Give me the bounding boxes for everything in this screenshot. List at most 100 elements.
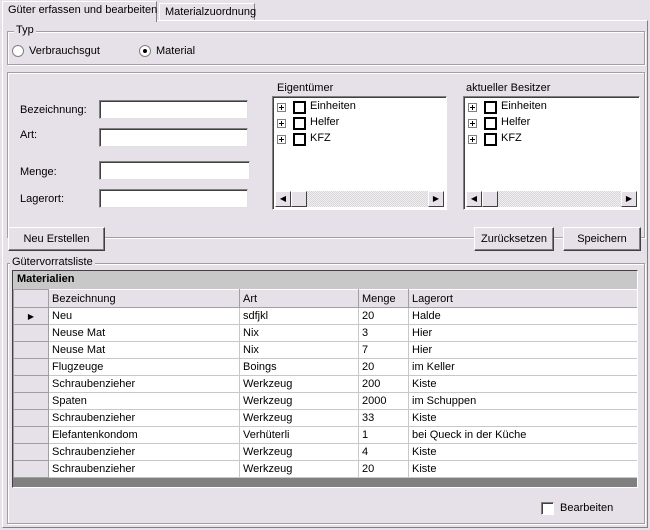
table-row[interactable]: Schraubenzieher Werkzeug 33 Kiste — [13, 409, 637, 427]
cell-bezeichnung[interactable]: Neuse Mat — [48, 341, 240, 359]
besitzer-tree[interactable]: Einheiten Helfer KFZ ◀ ▶ — [463, 96, 640, 210]
table-row[interactable]: Schraubenzieher Werkzeug 200 Kiste — [13, 375, 637, 393]
table-row[interactable]: ▶ Neu sdfjkl 20 Halde — [13, 307, 637, 325]
lagerort-input[interactable] — [99, 189, 248, 208]
scroll-right-icon[interactable]: ▶ — [428, 191, 444, 207]
row-header[interactable] — [13, 426, 49, 444]
cell-art[interactable]: Werkzeug — [239, 409, 359, 427]
cell-lagerort[interactable]: Kiste — [408, 460, 637, 478]
cell-bezeichnung[interactable]: Elefantenkondom — [48, 426, 240, 444]
row-header[interactable] — [13, 324, 49, 342]
cell-menge[interactable]: 4 — [358, 443, 409, 461]
plus-expand-icon[interactable] — [277, 103, 286, 112]
row-header[interactable] — [13, 443, 49, 461]
row-header[interactable] — [13, 409, 49, 427]
cell-art[interactable]: sdfjkl — [239, 307, 359, 325]
current-row-indicator-icon[interactable]: ▶ — [13, 307, 49, 325]
column-header-art[interactable]: Art — [239, 289, 359, 308]
plus-expand-icon[interactable] — [468, 103, 477, 112]
tree-node-label: KFZ — [310, 132, 331, 144]
column-header-bezeichnung[interactable]: Bezeichnung — [48, 289, 240, 308]
tree-node-checkbox[interactable] — [293, 133, 306, 146]
speichern-button[interactable]: Speichern — [563, 227, 641, 251]
cell-bezeichnung[interactable]: Spaten — [48, 392, 240, 410]
cell-art[interactable]: Verhüterli — [239, 426, 359, 444]
cell-lagerort[interactable]: Hier — [408, 324, 637, 342]
row-header[interactable] — [13, 375, 49, 393]
plus-expand-icon[interactable] — [277, 135, 286, 144]
plus-expand-icon[interactable] — [468, 135, 477, 144]
cell-bezeichnung[interactable]: Schraubenzieher — [48, 460, 240, 478]
neu-erstellen-button[interactable]: Neu Erstellen — [8, 227, 105, 251]
scroll-left-icon[interactable]: ◀ — [466, 191, 482, 207]
eigentuemer-tree[interactable]: Einheiten Helfer KFZ ◀ ▶ — [272, 96, 447, 210]
cell-menge[interactable]: 3 — [358, 324, 409, 342]
radio-button-icon[interactable] — [12, 45, 24, 57]
table-row[interactable]: Elefantenkondom Verhüterli 1 bei Queck in d… — [13, 426, 637, 444]
scroll-right-icon[interactable]: ▶ — [621, 191, 637, 207]
radio-button-icon[interactable] — [139, 45, 151, 57]
zuruecksetzen-button[interactable]: Zurücksetzen — [474, 227, 554, 251]
cell-art[interactable]: Werkzeug — [239, 392, 359, 410]
tree-node-checkbox[interactable] — [484, 133, 497, 146]
cell-lagerort[interactable]: Halde — [408, 307, 637, 325]
cell-art[interactable]: Werkzeug — [239, 460, 359, 478]
column-header-lagerort[interactable]: Lagerort — [408, 289, 637, 308]
cell-bezeichnung[interactable]: Neuse Mat — [48, 324, 240, 342]
tab-gueter-erfassen[interactable]: Güter erfassen und bearbeiten — [2, 1, 157, 22]
cell-menge[interactable]: 20 — [358, 460, 409, 478]
row-header[interactable] — [13, 392, 49, 410]
cell-menge[interactable]: 200 — [358, 375, 409, 393]
cell-art[interactable]: Werkzeug — [239, 375, 359, 393]
cell-lagerort[interactable]: bei Queck in der Küche — [408, 426, 637, 444]
cell-art[interactable]: Nix — [239, 341, 359, 359]
cell-menge[interactable]: 20 — [358, 358, 409, 376]
cell-bezeichnung[interactable]: Schraubenzieher — [48, 375, 240, 393]
cell-menge[interactable]: 7 — [358, 341, 409, 359]
plus-expand-icon[interactable] — [277, 119, 286, 128]
cell-lagerort[interactable]: Kiste — [408, 375, 637, 393]
menge-input[interactable] — [99, 161, 250, 180]
cell-menge[interactable]: 2000 — [358, 392, 409, 410]
cell-art[interactable]: Werkzeug — [239, 443, 359, 461]
cell-lagerort[interactable]: im Schuppen — [408, 392, 637, 410]
tree-node-checkbox[interactable] — [484, 101, 497, 114]
row-header[interactable] — [13, 460, 49, 478]
table-row[interactable]: Schraubenzieher Werkzeug 4 Kiste — [13, 443, 637, 461]
materialien-datagrid[interactable]: Materialien Bezeichnung Art Menge Lagero… — [12, 270, 638, 488]
plus-expand-icon[interactable] — [468, 119, 477, 128]
bearbeiten-checkbox[interactable] — [541, 502, 554, 515]
row-header[interactable] — [13, 341, 49, 359]
tree-node-checkbox[interactable] — [293, 117, 306, 130]
cell-bezeichnung[interactable]: Neu — [48, 307, 240, 325]
cell-menge[interactable]: 33 — [358, 409, 409, 427]
cell-art[interactable]: Nix — [239, 324, 359, 342]
tab-materialzuordnung[interactable]: Materialzuordnung — [159, 3, 256, 21]
table-row[interactable]: Flugzeuge Boings 20 im Keller — [13, 358, 637, 376]
table-row[interactable]: Spaten Werkzeug 2000 im Schuppen — [13, 392, 637, 410]
cell-lagerort[interactable]: Kiste — [408, 443, 637, 461]
tree-node-checkbox[interactable] — [293, 101, 306, 114]
bezeichnung-input[interactable] — [99, 100, 248, 119]
cell-lagerort[interactable]: Kiste — [408, 409, 637, 427]
cell-menge[interactable]: 20 — [358, 307, 409, 325]
cell-lagerort[interactable]: im Keller — [408, 358, 637, 376]
cell-art[interactable]: Boings — [239, 358, 359, 376]
art-input[interactable] — [99, 128, 248, 147]
scroll-thumb[interactable] — [482, 191, 498, 207]
cell-menge[interactable]: 1 — [358, 426, 409, 444]
cell-bezeichnung[interactable]: Flugzeuge — [48, 358, 240, 376]
scroll-thumb[interactable] — [291, 191, 307, 207]
horizontal-scrollbar[interactable]: ◀ ▶ — [466, 191, 637, 207]
horizontal-scrollbar[interactable]: ◀ ▶ — [275, 191, 444, 207]
row-header[interactable] — [13, 358, 49, 376]
tree-node-checkbox[interactable] — [484, 117, 497, 130]
scroll-left-icon[interactable]: ◀ — [275, 191, 291, 207]
table-row[interactable]: Neuse Mat Nix 3 Hier — [13, 324, 637, 342]
table-row[interactable]: Schraubenzieher Werkzeug 20 Kiste — [13, 460, 637, 478]
cell-lagerort[interactable]: Hier — [408, 341, 637, 359]
cell-bezeichnung[interactable]: Schraubenzieher — [48, 443, 240, 461]
cell-bezeichnung[interactable]: Schraubenzieher — [48, 409, 240, 427]
column-header-menge[interactable]: Menge — [358, 289, 409, 308]
table-row[interactable]: Neuse Mat Nix 7 Hier — [13, 341, 637, 359]
